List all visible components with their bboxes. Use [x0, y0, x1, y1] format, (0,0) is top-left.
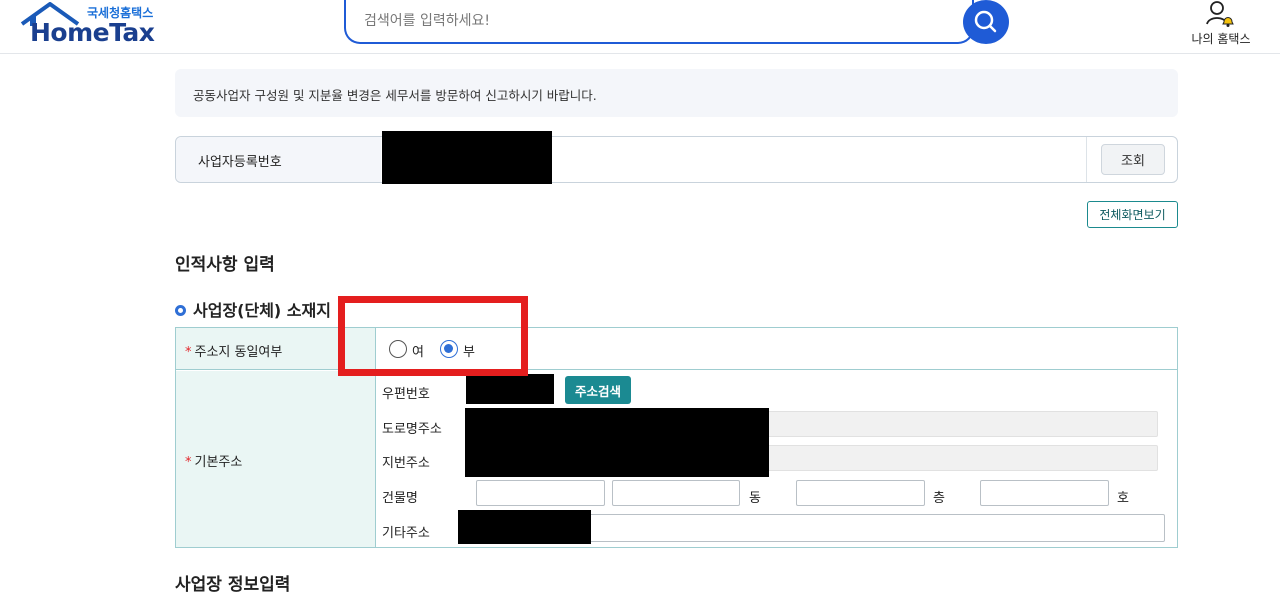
subsection-title: 사업장(단체) 소재지 [175, 297, 331, 321]
ho-input[interactable] [980, 480, 1109, 506]
redacted-postal-code [466, 374, 554, 404]
basic-address-header: * 기본주소 [176, 371, 376, 547]
search-button[interactable] [963, 0, 1009, 44]
same-address-label: * 주소지 동일여부 [185, 341, 282, 360]
dong-label: 동 [749, 491, 761, 506]
required-mark: * [185, 455, 192, 470]
search-bar [344, 0, 974, 44]
address-search-button[interactable]: 주소검색 [565, 376, 631, 404]
search-input[interactable] [364, 8, 924, 34]
lookup-button-cell: 조회 [1086, 137, 1177, 182]
building-name-label: 건물명 [382, 491, 418, 506]
subsection-title-text: 사업장(단체) 소재지 [193, 301, 331, 320]
redacted-address [465, 408, 769, 477]
top-header: 국세청홈택스 HomeTax 나의 홈택스 [0, 0, 1280, 54]
user-bell-icon [1206, 1, 1234, 27]
same-address-label-text: 주소지 동일여부 [194, 345, 283, 360]
my-hometax-button[interactable]: 나의 홈택스 [1186, 0, 1256, 50]
redacted-other-address [458, 510, 591, 544]
notice-banner: 공동사업자 구성원 및 지분율 변경은 세무서를 방문하여 신고하시기 바랍니다… [175, 69, 1178, 117]
redacted-business-number [382, 131, 552, 184]
road-address-label: 도로명주소 [382, 422, 442, 437]
hometax-logo[interactable]: 국세청홈택스 HomeTax [20, 2, 160, 50]
floor-input[interactable] [796, 480, 925, 506]
highlight-box [338, 296, 528, 376]
required-mark: * [185, 345, 192, 360]
my-hometax-label: 나의 홈택스 [1191, 32, 1251, 46]
postal-code-label: 우편번호 [382, 387, 430, 402]
basic-address-label-text: 기본주소 [194, 455, 243, 470]
floor-label: 층 [933, 491, 945, 506]
logo-title: HomeTax [30, 18, 155, 47]
basic-address-label: * 기본주소 [185, 451, 242, 470]
other-address-label: 기타주소 [382, 526, 430, 541]
bullet-icon [175, 305, 186, 316]
next-section-title: 사업장 정보입력 [175, 575, 291, 595]
full-screen-view-button[interactable]: 전체화면보기 [1087, 201, 1178, 228]
section-title: 인적사항 입력 [175, 255, 275, 275]
business-number-label-cell: 사업자등록번호 [176, 137, 381, 182]
lookup-button[interactable]: 조회 [1101, 144, 1165, 175]
search-icon [974, 10, 997, 33]
same-address-row: * 주소지 동일여부 여 부 [176, 328, 1177, 370]
building-name-input[interactable] [476, 480, 605, 506]
business-number-label: 사업자등록번호 [198, 155, 282, 170]
ho-label: 호 [1117, 491, 1129, 506]
lot-address-label: 지번주소 [382, 456, 430, 471]
building-dong-input[interactable] [612, 480, 740, 506]
business-number-row: 사업자등록번호 조회 [175, 136, 1178, 183]
